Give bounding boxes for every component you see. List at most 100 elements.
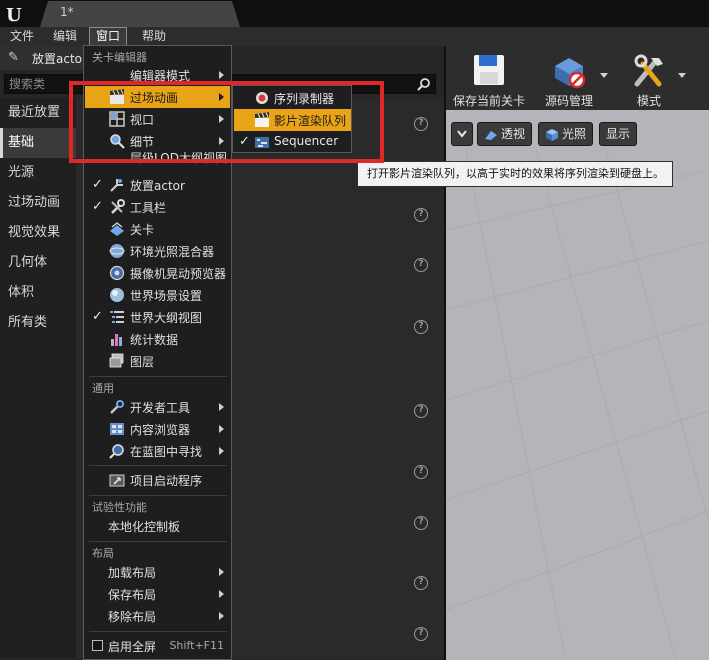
menu-item-world-outliner[interactable]: ✓ 世界大纲视图 xyxy=(85,306,230,328)
viewport-options-button[interactable] xyxy=(451,122,473,146)
level-viewport[interactable]: 透视 光照 显示 xyxy=(444,110,709,660)
submenu-arrow-icon xyxy=(219,425,224,433)
menu-item-label: 关卡 xyxy=(130,223,155,237)
show-flags-button[interactable]: 显示 xyxy=(599,122,638,146)
source-control-button[interactable]: 源码管理 xyxy=(530,46,608,110)
content-browser-icon xyxy=(110,423,124,435)
help-icon[interactable]: ? xyxy=(414,404,428,418)
category-basic[interactable]: 基础 xyxy=(0,128,76,158)
menu-edit[interactable]: 编辑 xyxy=(47,27,83,46)
submenu-item-label: 影片渲染队列 xyxy=(274,114,347,128)
help-icon[interactable]: ? xyxy=(414,117,428,131)
window-dropdown-menu: 关卡编辑器 编辑器模式 过场动画 视口 细节 层级LOD大纲视图 ✓ 放置act… xyxy=(83,45,232,660)
help-icon[interactable]: ? xyxy=(414,320,428,334)
menu-item-layers[interactable]: 图层 xyxy=(85,350,230,372)
search-icon[interactable] xyxy=(417,77,431,91)
category-all-classes[interactable]: 所有类 xyxy=(0,308,76,338)
menu-item-label: 细节 xyxy=(130,135,155,149)
submenu-item-movie-render-queue[interactable]: 影片渲染队列 xyxy=(234,109,351,131)
menu-item-label: 本地化控制板 xyxy=(108,520,181,534)
menu-item-find-in-blueprints[interactable]: 在蓝图中寻找 xyxy=(85,440,230,462)
menu-item-save-layout[interactable]: 保存布局 xyxy=(85,583,230,605)
source-control-label: 源码管理 xyxy=(544,94,593,108)
menu-item-localization-dashboard[interactable]: 本地化控制板 xyxy=(85,515,230,537)
menu-item-project-launcher[interactable]: 项目启动程序 xyxy=(85,469,230,491)
submenu-item-label: 序列录制器 xyxy=(274,92,335,106)
menu-item-hlod-outliner[interactable]: 层级LOD大纲视图 xyxy=(85,152,230,164)
submenu-arrow-icon xyxy=(219,137,224,145)
help-icon[interactable]: ? xyxy=(414,208,428,222)
fullscreen-checkbox[interactable] xyxy=(92,640,103,651)
menu-item-statistics[interactable]: 统计数据 xyxy=(85,328,230,350)
menu-item-label: 图层 xyxy=(130,355,155,369)
section-layout: 布局 xyxy=(92,547,114,560)
place-actor-icon xyxy=(110,179,123,192)
menu-item-label: 启用全屏 xyxy=(108,640,157,654)
category-geometry[interactable]: 几何体 xyxy=(0,248,76,278)
category-visual-effects[interactable]: 视觉效果 xyxy=(0,218,76,248)
show-label: 显示 xyxy=(606,127,631,141)
help-icon[interactable]: ? xyxy=(414,516,428,530)
save-disk-icon xyxy=(474,55,504,85)
menu-item-label: 统计数据 xyxy=(130,333,179,347)
unreal-engine-logo-icon[interactable]: U xyxy=(4,4,24,24)
menu-item-label: 开发者工具 xyxy=(130,401,191,415)
menu-item-levels[interactable]: 关卡 xyxy=(85,218,230,240)
submenu-arrow-icon xyxy=(219,568,224,576)
menu-item-details[interactable]: 细节 xyxy=(85,130,230,152)
submenu-item-sequence-recorder[interactable]: 序列录制器 xyxy=(234,87,351,109)
menu-item-label: 世界场景设置 xyxy=(130,289,203,303)
cinematics-submenu: 序列录制器 影片渲染队列 ✓ Sequencer xyxy=(232,85,352,153)
lit-view-mode-button[interactable]: 光照 xyxy=(538,122,594,146)
menu-item-label: 在蓝图中寻找 xyxy=(130,445,203,459)
menu-item-viewports[interactable]: 视口 xyxy=(85,108,230,130)
menu-item-world-settings[interactable]: 世界场景设置 xyxy=(85,284,230,306)
menu-window[interactable]: 窗口 xyxy=(89,27,128,46)
levels-icon xyxy=(110,222,124,236)
menu-item-remove-layout[interactable]: 移除布局 xyxy=(85,605,230,627)
launcher-icon xyxy=(109,474,125,487)
help-icon[interactable]: ? xyxy=(414,627,428,641)
submenu-arrow-icon xyxy=(219,447,224,455)
menu-item-toolbar[interactable]: ✓ 工具栏 xyxy=(85,196,230,218)
menu-item-load-layout[interactable]: 加载布局 xyxy=(85,561,230,583)
menu-separator xyxy=(89,631,227,632)
modes-label: 模式 xyxy=(636,94,661,108)
menu-separator xyxy=(89,541,227,542)
category-lights[interactable]: 光源 xyxy=(0,158,76,188)
sequencer-icon xyxy=(255,137,269,148)
source-control-dropdown-icon[interactable] xyxy=(600,73,608,78)
menu-item-editor-modes[interactable]: 编辑器模式 xyxy=(85,64,230,84)
sphere-icon xyxy=(109,244,125,258)
menu-item-label: 加载布局 xyxy=(108,566,157,580)
clapperboard-icon xyxy=(110,89,124,104)
modes-dropdown-icon[interactable] xyxy=(678,73,686,78)
menu-item-env-light-mixer[interactable]: 环境光照混合器 xyxy=(85,240,230,262)
help-icon[interactable]: ? xyxy=(414,465,428,479)
menu-item-label: 过场动画 xyxy=(130,91,179,105)
menu-file[interactable]: 文件 xyxy=(4,27,40,46)
modes-button[interactable]: 模式 xyxy=(610,46,688,110)
submenu-item-sequencer[interactable]: ✓ Sequencer xyxy=(234,131,351,153)
menu-item-content-browser[interactable]: 内容浏览器 xyxy=(85,418,230,440)
category-volumes[interactable]: 体积 xyxy=(0,278,76,308)
perspective-button[interactable]: 透视 xyxy=(477,122,533,146)
title-bar: U 1* xyxy=(0,0,709,27)
category-list: 最近放置 基础 光源 过场动画 视觉效果 几何体 体积 所有类 xyxy=(0,98,76,658)
category-cinematic[interactable]: 过场动画 xyxy=(0,188,76,218)
menu-item-camera-shake-previewer[interactable]: 摄像机晃动预览器 xyxy=(85,262,230,284)
source-control-icon xyxy=(555,58,586,89)
menu-item-fullscreen[interactable]: 启用全屏 Shift+F11 xyxy=(85,635,230,657)
help-icon[interactable]: ? xyxy=(414,258,428,272)
menu-item-developer-tools[interactable]: 开发者工具 xyxy=(85,396,230,418)
submenu-arrow-icon xyxy=(219,115,224,123)
clapperboard-icon xyxy=(255,112,269,127)
category-recently-placed[interactable]: 最近放置 xyxy=(0,98,76,128)
menu-item-place-actors[interactable]: ✓ 放置actor xyxy=(85,174,230,196)
shortcut-label: Shift+F11 xyxy=(169,639,224,652)
main-menu-bar: 文件 编辑 窗口 帮助 xyxy=(0,27,709,46)
menu-item-cinematics[interactable]: 过场动画 xyxy=(85,86,230,108)
help-icon[interactable]: ? xyxy=(414,576,428,590)
save-current-level-button[interactable]: 保存当前关卡 xyxy=(450,46,528,110)
menu-help[interactable]: 帮助 xyxy=(136,27,172,46)
